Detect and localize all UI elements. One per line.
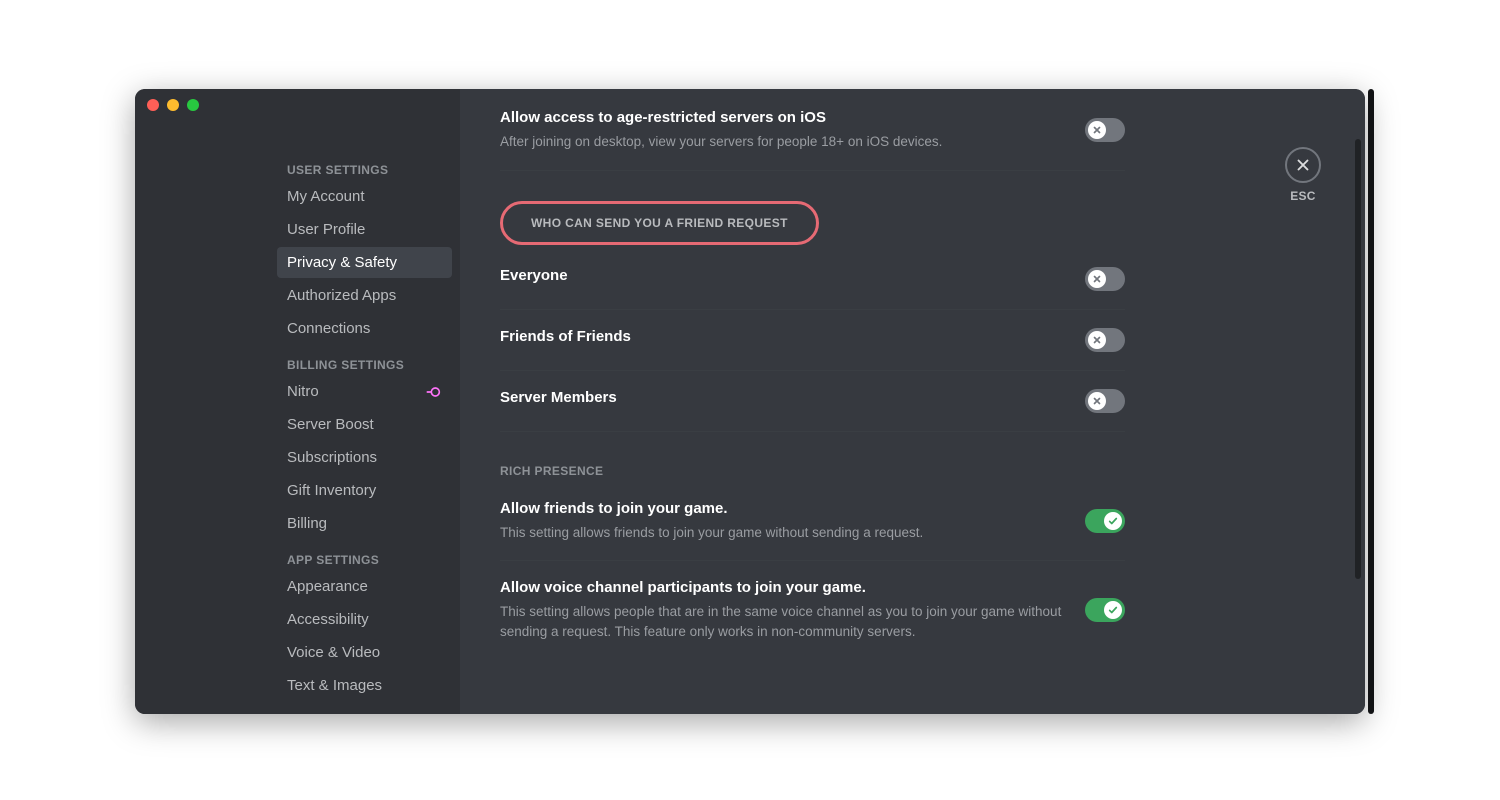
sidebar-item-nitro[interactable]: Nitro xyxy=(277,376,452,407)
friend-request-option: Everyone xyxy=(500,249,1125,310)
setting-age-restricted-title: Allow access to age-restricted servers o… xyxy=(500,109,1065,126)
sidebar-item-label: Gift Inventory xyxy=(287,482,376,499)
rich-presence-desc: This setting allows friends to join your… xyxy=(500,523,1065,543)
sidebar-item-voice-video[interactable]: Voice & Video xyxy=(277,637,452,668)
rich-presence-desc: This setting allows people that are in t… xyxy=(500,602,1065,641)
rich-presence-title: Allow voice channel participants to join… xyxy=(500,579,1065,596)
setting-age-restricted: Allow access to age-restricted servers o… xyxy=(500,109,1125,171)
sidebar-section-header: BILLING SETTINGS xyxy=(277,352,452,376)
toggle-rich-presence-0[interactable] xyxy=(1085,509,1125,533)
sidebar-item-connections[interactable]: Connections xyxy=(277,313,452,344)
sidebar-item-user-profile[interactable]: User Profile xyxy=(277,214,452,245)
sidebar-item-label: Voice & Video xyxy=(287,644,380,661)
toggle-age-restricted[interactable] xyxy=(1085,118,1125,142)
sidebar-item-label: Connections xyxy=(287,320,370,337)
sidebar-item-label: Accessibility xyxy=(287,611,369,628)
sidebar-item-label: Appearance xyxy=(287,578,368,595)
friend-request-option-label: Friends of Friends xyxy=(500,328,1065,345)
window-close-dot[interactable] xyxy=(147,99,159,111)
sidebar-item-label: Server Boost xyxy=(287,416,374,433)
sidebar-item-text-images[interactable]: Text & Images xyxy=(277,670,452,701)
sidebar-section-header: APP SETTINGS xyxy=(277,547,452,571)
settings-sidebar: USER SETTINGS My Account User Profile Priva… xyxy=(135,89,460,714)
friend-request-option-label: Everyone xyxy=(500,267,1065,284)
close-settings-button[interactable]: ESC xyxy=(1285,147,1321,203)
sidebar-item-authorized-apps[interactable]: Authorized Apps xyxy=(277,280,452,311)
close-icon xyxy=(1285,147,1321,183)
toggle-friend-friends-of-friends[interactable] xyxy=(1085,328,1125,352)
rich-presence-setting: Allow friends to join your game. This set… xyxy=(500,482,1125,562)
window-minimize-dot[interactable] xyxy=(167,99,179,111)
nitro-badge-icon xyxy=(426,384,442,400)
sidebar-item-my-account[interactable]: My Account xyxy=(277,181,452,212)
section-rich-presence: RICH PRESENCE xyxy=(500,432,1125,482)
close-label: ESC xyxy=(1290,189,1315,203)
friend-request-option-label: Server Members xyxy=(500,389,1065,406)
scrollbar-thumb[interactable] xyxy=(1355,139,1361,579)
window-controls xyxy=(147,99,199,111)
toggle-rich-presence-1[interactable] xyxy=(1085,598,1125,622)
sidebar-item-label: Authorized Apps xyxy=(287,287,396,304)
outer-scrollbar[interactable] xyxy=(1368,89,1374,714)
sidebar-item-billing[interactable]: Billing xyxy=(277,508,452,539)
settings-window: USER SETTINGS My Account User Profile Priva… xyxy=(135,89,1365,714)
sidebar-item-subscriptions[interactable]: Subscriptions xyxy=(277,442,452,473)
sidebar-item-label: Subscriptions xyxy=(287,449,377,466)
sidebar-item-label: My Account xyxy=(287,188,365,205)
sidebar-item-appearance[interactable]: Appearance xyxy=(277,571,452,602)
settings-content: ESC Allow access to age-restricted serve… xyxy=(460,89,1365,714)
friend-request-option: Server Members xyxy=(500,371,1125,432)
sidebar-item-label: Privacy & Safety xyxy=(287,254,397,271)
friend-request-option: Friends of Friends xyxy=(500,310,1125,371)
sidebar-item-label: User Profile xyxy=(287,221,365,238)
rich-presence-setting: Allow voice channel participants to join… xyxy=(500,561,1125,659)
rich-presence-title: Allow friends to join your game. xyxy=(500,500,1065,517)
sidebar-item-label: Billing xyxy=(287,515,327,532)
sidebar-section-header: USER SETTINGS xyxy=(277,157,452,181)
sidebar-item-label: Nitro xyxy=(287,383,319,400)
sidebar-item-label: Text & Images xyxy=(287,677,382,694)
section-friend-request: WHO CAN SEND YOU A FRIEND REQUEST xyxy=(500,201,819,245)
sidebar-item-gift-inventory[interactable]: Gift Inventory xyxy=(277,475,452,506)
sidebar-item-accessibility[interactable]: Accessibility xyxy=(277,604,452,635)
sidebar-item-server-boost[interactable]: Server Boost xyxy=(277,409,452,440)
setting-age-restricted-desc: After joining on desktop, view your serv… xyxy=(500,132,1065,152)
toggle-friend-everyone[interactable] xyxy=(1085,267,1125,291)
sidebar-item-privacy-safety[interactable]: Privacy & Safety xyxy=(277,247,452,278)
window-maximize-dot[interactable] xyxy=(187,99,199,111)
toggle-friend-server-members[interactable] xyxy=(1085,389,1125,413)
